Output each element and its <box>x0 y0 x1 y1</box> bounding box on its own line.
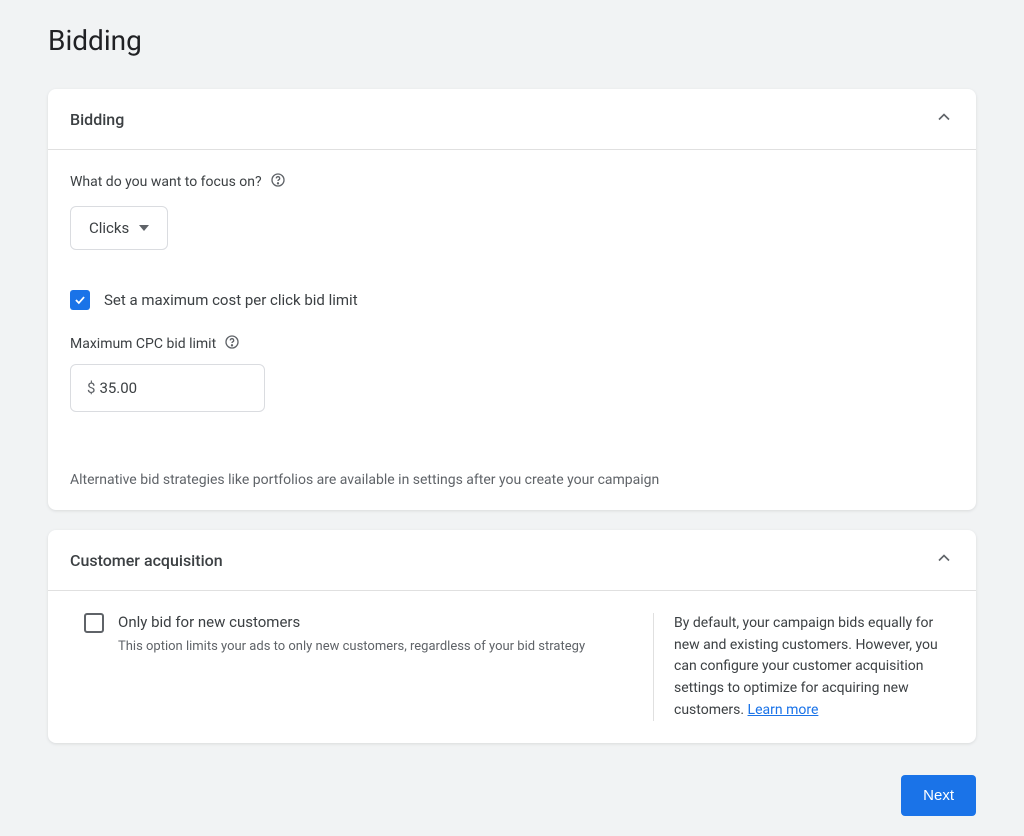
max-cpc-value: 35.00 <box>99 379 137 397</box>
max-cpc-label: Maximum CPC bid limit <box>70 336 216 352</box>
currency-symbol: $ <box>87 379 95 397</box>
acquisition-card-title: Customer acquisition <box>70 551 223 570</box>
acquisition-info: By default, your campaign bids equally f… <box>674 613 954 721</box>
help-icon[interactable] <box>224 334 240 354</box>
chevron-up-icon <box>934 548 954 572</box>
focus-label: What do you want to focus on? <box>70 174 262 190</box>
footer: Next <box>48 775 976 816</box>
help-icon[interactable] <box>270 172 286 192</box>
page-title: Bidding <box>48 24 976 57</box>
focus-dropdown[interactable]: Clicks <box>70 206 168 250</box>
learn-more-link[interactable]: Learn more <box>748 702 819 718</box>
new-customers-checkbox[interactable] <box>84 613 104 633</box>
acquisition-option-text: Only bid for new customers This option l… <box>118 613 585 654</box>
acquisition-card-header[interactable]: Customer acquisition <box>48 530 976 591</box>
max-cpc-checkbox-label: Set a maximum cost per click bid limit <box>104 291 358 309</box>
divider <box>653 613 654 721</box>
bidding-footnote: Alternative bid strategies like portfoli… <box>70 472 954 488</box>
max-cpc-label-row: Maximum CPC bid limit <box>70 334 954 354</box>
acquisition-option-desc: This option limits your ads to only new … <box>118 639 585 654</box>
chevron-up-icon <box>934 107 954 131</box>
caret-down-icon <box>139 219 149 237</box>
acquisition-card: Customer acquisition Only bid for new cu… <box>48 530 976 743</box>
next-button[interactable]: Next <box>901 775 976 816</box>
bidding-card: Bidding What do you want to focus on? Cl… <box>48 89 976 510</box>
bidding-card-header[interactable]: Bidding <box>48 89 976 150</box>
bidding-card-body: What do you want to focus on? Clicks Set… <box>48 150 976 510</box>
focus-dropdown-value: Clicks <box>89 219 129 237</box>
max-cpc-input[interactable]: $ 35.00 <box>70 364 265 412</box>
max-cpc-checkbox[interactable] <box>70 290 90 310</box>
acquisition-card-body: Only bid for new customers This option l… <box>48 591 976 743</box>
focus-label-row: What do you want to focus on? <box>70 172 954 192</box>
acquisition-option-title: Only bid for new customers <box>118 613 585 631</box>
bidding-card-title: Bidding <box>70 110 124 129</box>
acquisition-option: Only bid for new customers This option l… <box>70 613 633 654</box>
acquisition-left: Only bid for new customers This option l… <box>70 613 633 721</box>
max-cpc-checkbox-row: Set a maximum cost per click bid limit <box>70 290 954 310</box>
